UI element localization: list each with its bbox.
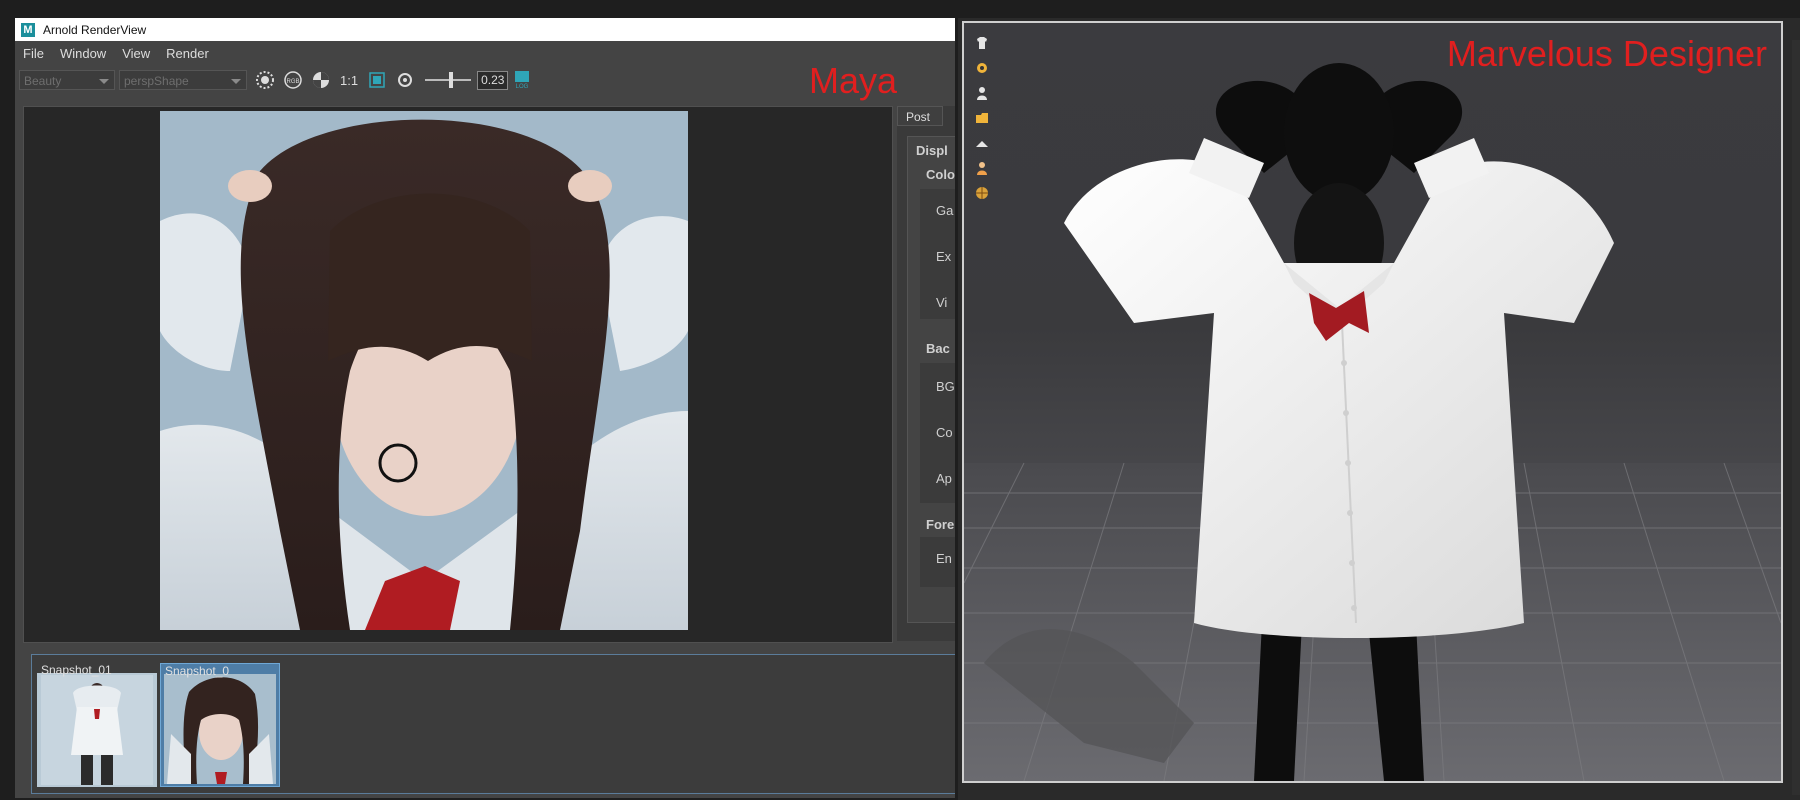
- snapshot-portrait-thumbnail: [164, 674, 276, 784]
- exposure-value-field[interactable]: 0.23: [477, 70, 509, 90]
- shirt-icon[interactable]: [972, 33, 992, 53]
- snapshot-bar: Snapshot_01 Snapshot_0: [31, 654, 955, 794]
- ratio-button[interactable]: 1:1: [340, 73, 358, 88]
- tab-post[interactable]: Post: [897, 106, 943, 126]
- snapshot-label: Snapshot_0: [165, 664, 230, 678]
- globe-icon[interactable]: [972, 183, 992, 203]
- camera-dropdown[interactable]: perspShape: [119, 70, 247, 90]
- display-button[interactable]: [310, 69, 332, 91]
- gamma-label: Ga: [936, 203, 954, 218]
- md-scene-illustration: [964, 63, 1781, 781]
- title-bar: M Arnold RenderView: [15, 18, 955, 41]
- log-button[interactable]: LOG: [511, 69, 533, 91]
- section-foreground[interactable]: Fore: [926, 517, 954, 532]
- chevron-down-icon: [231, 79, 241, 84]
- exposure-button[interactable]: [394, 69, 416, 91]
- render-button[interactable]: [254, 69, 276, 91]
- aov-dropdown[interactable]: Beauty: [19, 70, 115, 90]
- render-image: [160, 111, 688, 630]
- render-portrait-illustration: [160, 111, 688, 630]
- section-color[interactable]: Colo: [926, 167, 955, 182]
- camera-dropdown-value: perspShape: [124, 74, 189, 88]
- section-display[interactable]: Displ: [916, 143, 948, 158]
- enable-label: En: [936, 551, 952, 566]
- window-title: Arnold RenderView: [43, 22, 147, 37]
- avatar-icon[interactable]: [972, 83, 992, 103]
- snapshot-thumbnail[interactable]: Snapshot_01: [37, 663, 157, 787]
- hanger-icon[interactable]: [972, 133, 992, 153]
- menu-view[interactable]: View: [122, 46, 150, 61]
- exposure-slider-handle[interactable]: [449, 72, 454, 88]
- snapshot-full-body-thumbnail: [37, 673, 157, 787]
- marvelous-designer-window: Marvelous Designer: [958, 18, 1800, 800]
- exposure-label: Ex: [936, 249, 952, 264]
- maya-overlay-label: Maya: [809, 60, 898, 101]
- snapshot-thumbnail-selected[interactable]: Snapshot_0: [160, 663, 280, 787]
- render-icon: [256, 71, 274, 89]
- rgb-icon: RGB: [284, 71, 302, 89]
- aov-dropdown-value: Beauty: [24, 74, 62, 88]
- apply-label: Ap: [936, 471, 952, 486]
- aperture-icon: [398, 73, 413, 87]
- arnold-renderview-window: M Arnold RenderView File Window View Ren…: [15, 18, 955, 798]
- log-icon-text: LOG: [516, 84, 529, 90]
- md-overlay-label: Marvelous Designer: [1446, 33, 1767, 74]
- post-panel-body: Displ Colo Ga Ex Vi Bac BG Co Ap Fore En: [907, 136, 955, 623]
- md-3d-viewport[interactable]: Marvelous Designer: [962, 21, 1783, 783]
- exposure-slider[interactable]: [425, 72, 472, 88]
- folder-icon[interactable]: [972, 108, 992, 128]
- crop-button[interactable]: [366, 69, 388, 91]
- crop-region-icon: [369, 72, 385, 88]
- bg-label: BG: [936, 379, 955, 394]
- menu-render[interactable]: Render: [166, 46, 209, 61]
- section-background[interactable]: Bac: [926, 341, 950, 356]
- snapshot-label: Snapshot_01: [41, 663, 112, 677]
- log-icon: LOG: [515, 71, 530, 90]
- menu-window[interactable]: Window: [60, 46, 106, 61]
- maya-app-icon: M: [21, 22, 35, 37]
- md-scrollbar[interactable]: [1792, 40, 1800, 795]
- person-icon[interactable]: [972, 158, 992, 178]
- menu-file[interactable]: File: [23, 46, 44, 61]
- gear-icon[interactable]: [972, 58, 992, 78]
- post-panel: Post Displ Colo Ga Ex Vi Bac BG Co Ap Fo…: [897, 106, 955, 641]
- checker-icon: [313, 72, 329, 88]
- md-tool-column: [972, 33, 994, 208]
- chevron-down-icon: [99, 79, 109, 84]
- rgb-channel-button[interactable]: RGB: [282, 69, 304, 91]
- rgb-icon-text: RGB: [286, 79, 299, 85]
- view-label: Vi: [936, 295, 948, 310]
- render-viewport[interactable]: [23, 106, 893, 643]
- color-label: Co: [936, 425, 953, 440]
